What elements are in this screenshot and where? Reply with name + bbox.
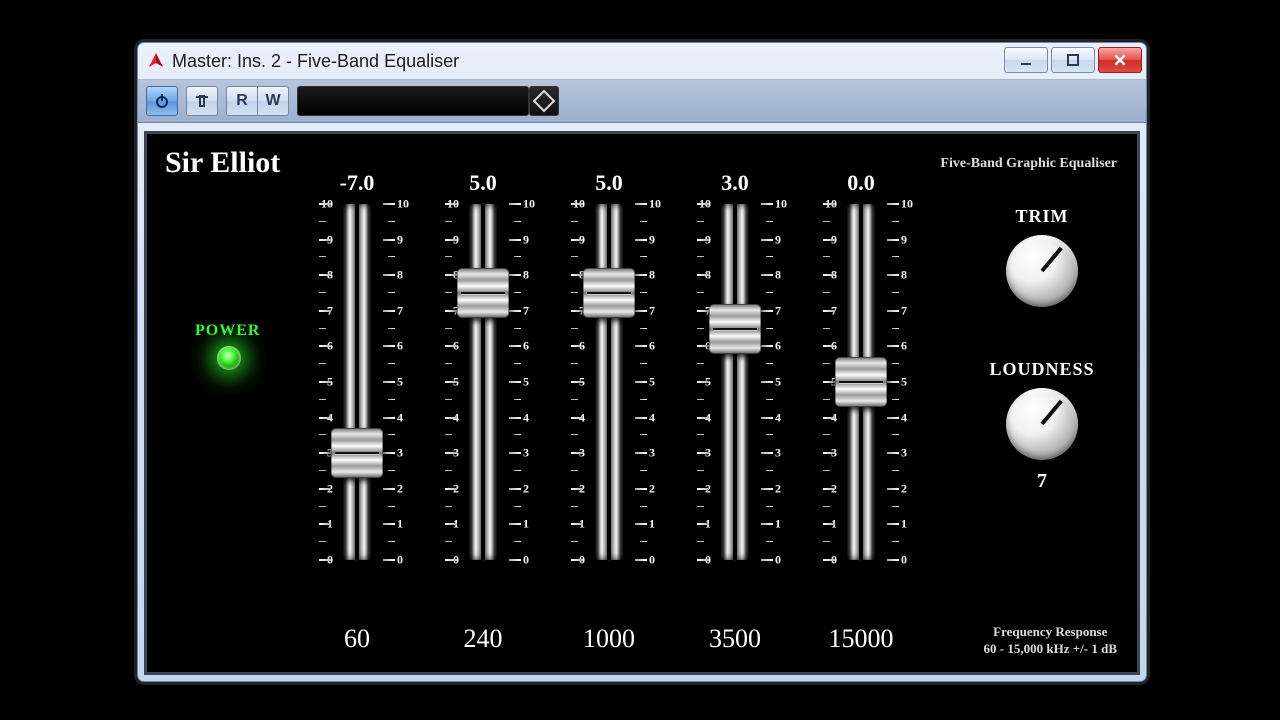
plugin-body: Sir Elliot Five-Band Graphic Equaliser P… — [144, 131, 1140, 675]
scale-numbers: 109876543210 — [649, 204, 665, 560]
scale-ticks — [319, 204, 335, 560]
eq-band-3500: 3.01098765432101098765432103500 — [675, 170, 795, 606]
preset-name-field[interactable] — [297, 86, 529, 116]
footer-line-2: 60 - 15,000 kHz +/- 1 dB — [984, 640, 1117, 658]
scale-numbers: 109876543210 — [523, 204, 539, 560]
titlebar[interactable]: Master: Ins. 2 - Five-Band Equaliser — [138, 43, 1146, 79]
scale-ticks — [505, 204, 521, 560]
eq-band-240: 5.0109876543210109876543210240 — [423, 170, 543, 606]
band-freq-label: 240 — [423, 624, 543, 654]
scale-ticks — [379, 204, 395, 560]
scale-numbers: 109876543210 — [427, 204, 443, 560]
footer-text: Frequency Response 60 - 15,000 kHz +/- 1… — [984, 623, 1117, 658]
loudness-knob[interactable] — [1006, 388, 1078, 460]
scale-numbers: 109876543210 — [901, 204, 917, 560]
eq-band-60: -7.010987654321010987654321060 — [297, 170, 417, 606]
window-title: Master: Ins. 2 - Five-Band Equaliser — [172, 51, 459, 72]
loudness-value: 7 — [967, 470, 1117, 493]
slider-thumb[interactable] — [835, 357, 887, 407]
band-freq-label: 15000 — [801, 624, 921, 654]
scale-numbers: 109876543210 — [553, 204, 569, 560]
scale-numbers: 109876543210 — [775, 204, 791, 560]
band-rail: 109876543210 109876543210 — [297, 204, 417, 560]
scale-ticks — [571, 204, 587, 560]
power-button[interactable] — [146, 86, 178, 116]
slider-thumb[interactable] — [331, 428, 383, 478]
band-gain-readout: 0.0 — [801, 170, 921, 198]
band-freq-label: 1000 — [549, 624, 669, 654]
preset-menu-button[interactable] — [529, 86, 559, 116]
band-freq-label: 3500 — [675, 624, 795, 654]
band-rail: 109876543210 109876543210 — [423, 204, 543, 560]
app-logo-icon — [146, 51, 166, 71]
scale-ticks — [697, 204, 713, 560]
slider-thumb[interactable] — [709, 304, 761, 354]
band-rail: 109876543210 109876543210 — [549, 204, 669, 560]
power-led[interactable] — [217, 346, 241, 370]
loudness-label: LOUDNESS — [967, 359, 1117, 380]
scale-numbers: 109876543210 — [397, 204, 413, 560]
trim-knob[interactable] — [1006, 235, 1078, 307]
band-rail: 109876543210 109876543210 — [801, 204, 921, 560]
power-label: POWER — [195, 322, 260, 340]
band-freq-label: 60 — [297, 624, 417, 654]
eq-band-1000: 5.01098765432101098765432101000 — [549, 170, 669, 606]
maximize-button[interactable] — [1051, 47, 1095, 73]
band-gain-readout: 3.0 — [675, 170, 795, 198]
band-gain-readout: 5.0 — [423, 170, 543, 198]
scale-ticks — [445, 204, 461, 560]
scale-numbers: 109876543210 — [301, 204, 317, 560]
host-toolbar: R W — [138, 79, 1146, 123]
scale-numbers: 109876543210 — [805, 204, 821, 560]
slider-thumb[interactable] — [457, 268, 509, 318]
scale-ticks — [757, 204, 773, 560]
knob-section: TRIM LOUDNESS 7 — [967, 206, 1117, 493]
bypass-button[interactable] — [186, 86, 218, 116]
eq-sliders: -7.0109876543210109876543210605.01098765… — [297, 170, 937, 606]
trim-label: TRIM — [967, 206, 1117, 227]
scale-ticks — [631, 204, 647, 560]
band-rail: 109876543210 109876543210 — [675, 204, 795, 560]
plugin-window: Master: Ins. 2 - Five-Band Equaliser R W — [137, 42, 1147, 682]
scale-numbers: 109876543210 — [679, 204, 695, 560]
close-button[interactable] — [1098, 47, 1142, 73]
band-gain-readout: -7.0 — [297, 170, 417, 198]
band-gain-readout: 5.0 — [549, 170, 669, 198]
automation-read-button[interactable]: R — [226, 86, 258, 116]
automation-write-button[interactable]: W — [258, 86, 289, 116]
footer-line-1: Frequency Response — [984, 623, 1117, 641]
eq-band-15000: 0.010987654321010987654321015000 — [801, 170, 921, 606]
slider-thumb[interactable] — [583, 268, 635, 318]
minimize-button[interactable] — [1004, 47, 1048, 73]
brand-label: Sir Elliot — [165, 146, 280, 180]
plugin-subtitle: Five-Band Graphic Equaliser — [940, 156, 1117, 172]
